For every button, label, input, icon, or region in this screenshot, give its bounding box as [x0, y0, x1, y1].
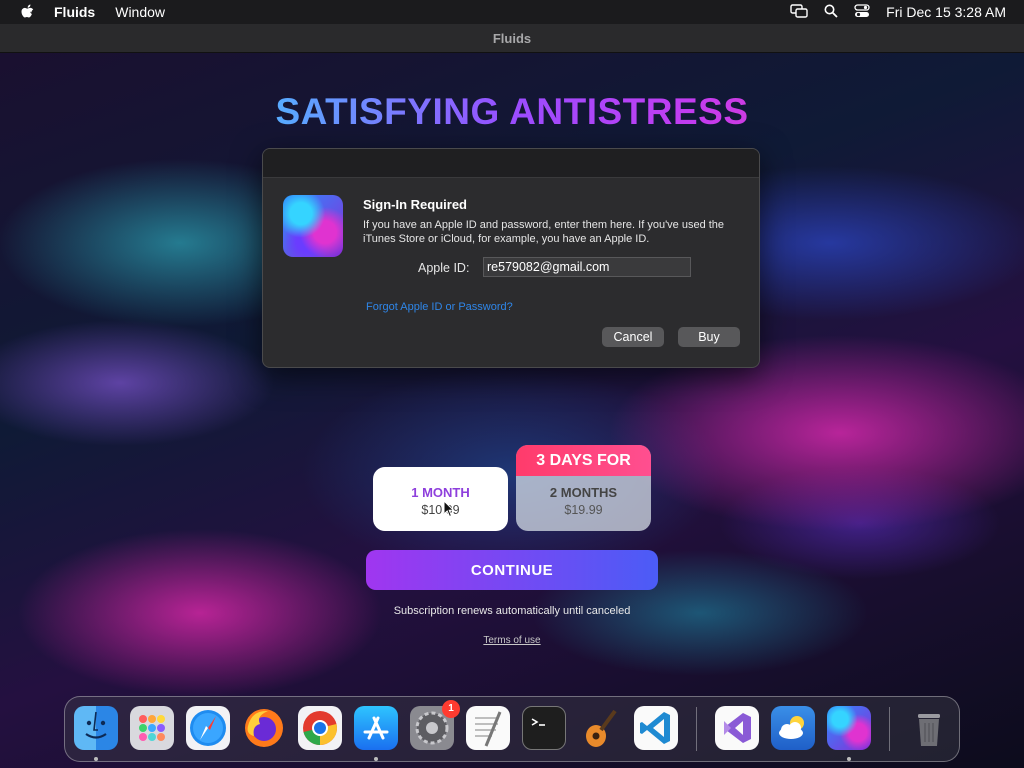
- dialog-header: [263, 149, 759, 178]
- system-settings-icon[interactable]: 1: [410, 700, 460, 750]
- renewal-note: Subscription renews automatically until …: [393, 605, 631, 617]
- apple-id-field[interactable]: [483, 257, 691, 277]
- running-indicator: [374, 757, 378, 761]
- textedit-icon[interactable]: [466, 706, 510, 750]
- apple-menu-icon[interactable]: [0, 4, 54, 20]
- running-indicator: [847, 757, 851, 761]
- fluids-dock-icon[interactable]: [827, 706, 871, 750]
- mouse-pointer-icon: [443, 499, 455, 523]
- app-content: SATISFYING ANTISTRESS Sign-In Required I…: [0, 53, 1024, 768]
- window-title: Fluids: [492, 30, 532, 46]
- window-title-bar: Fluids: [0, 24, 1024, 53]
- buy-button[interactable]: Buy: [678, 327, 740, 347]
- running-indicator: [94, 757, 98, 761]
- plan-name: 1 MONTH: [411, 485, 470, 500]
- safari-icon[interactable]: [186, 706, 230, 750]
- app-store-icon[interactable]: [354, 706, 398, 750]
- launchpad-icon[interactable]: [130, 706, 174, 750]
- visual-studio-icon[interactable]: [715, 706, 759, 750]
- continue-button[interactable]: CONTINUE: [366, 550, 658, 590]
- terminal-icon[interactable]: [522, 706, 566, 750]
- cancel-button[interactable]: Cancel: [602, 327, 664, 347]
- terms-link-wrap: Terms of use: [0, 635, 1024, 646]
- app-menu-fluids[interactable]: Fluids: [54, 4, 95, 20]
- menu-bar: Fluids Window Fri Dec 15 3:28 AM: [0, 0, 1024, 24]
- app-headline: SATISFYING ANTISTRESS: [0, 91, 1024, 133]
- sign-in-dialog: Sign-In Required If you have an Apple ID…: [262, 148, 760, 368]
- plan-card-1-month[interactable]: 1 MONTH $10.99: [373, 467, 508, 531]
- plan-badge: 3 DAYS FOR: [516, 445, 651, 476]
- vscode-icon[interactable]: [634, 706, 678, 750]
- notification-badge: 1: [442, 700, 460, 718]
- plan-card-2-months[interactable]: 3 DAYS FOR 2 MONTHS $19.99: [516, 445, 651, 531]
- firefox-icon[interactable]: [242, 706, 286, 750]
- chrome-icon[interactable]: [298, 706, 342, 750]
- plan-name: 2 MONTHS: [549, 485, 618, 500]
- dialog-title: Sign-In Required: [363, 197, 467, 212]
- spotlight-search-icon[interactable]: [824, 4, 838, 21]
- weather-icon[interactable]: [771, 706, 815, 750]
- forgot-apple-id-link[interactable]: Forgot Apple ID or Password?: [366, 301, 513, 313]
- control-center-icon[interactable]: [854, 3, 870, 21]
- plan-price: $10.99: [421, 503, 460, 517]
- dock: 1: [64, 696, 960, 762]
- trash-icon[interactable]: [907, 706, 951, 750]
- garageband-icon[interactable]: [578, 706, 622, 750]
- apple-id-label: Apple ID:: [418, 261, 470, 275]
- screen-mirroring-icon[interactable]: [790, 3, 808, 21]
- finder-icon[interactable]: [74, 706, 118, 750]
- terms-of-use-link[interactable]: Terms of use: [483, 635, 540, 646]
- fluids-app-icon: [283, 195, 343, 257]
- menu-window[interactable]: Window: [115, 4, 165, 20]
- menu-clock[interactable]: Fri Dec 15 3:28 AM: [886, 4, 1006, 20]
- dock-separator: [889, 707, 890, 751]
- menu-extras: Fri Dec 15 3:28 AM: [790, 3, 1024, 21]
- plan-price: $19.99: [564, 503, 603, 517]
- dialog-message: If you have an Apple ID and password, en…: [363, 219, 725, 245]
- dock-separator: [696, 707, 697, 751]
